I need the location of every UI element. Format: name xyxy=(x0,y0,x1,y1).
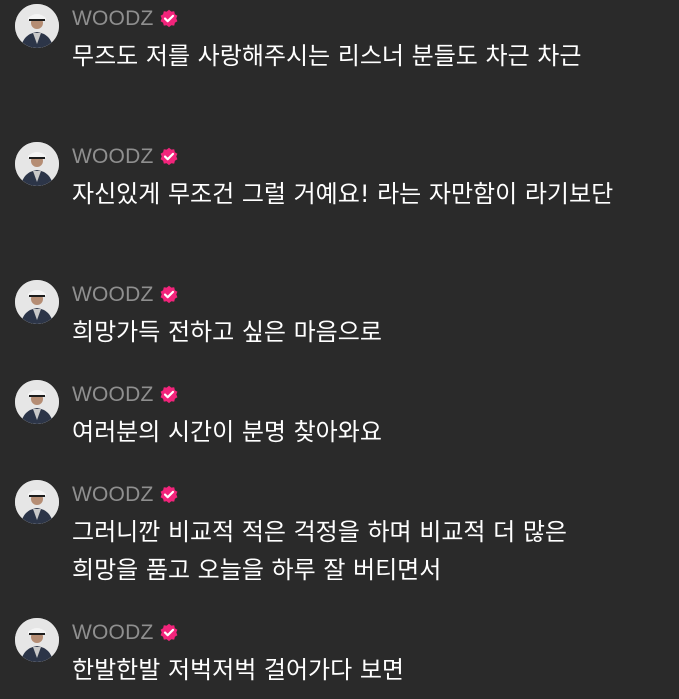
message-header: WOODZ xyxy=(72,618,179,648)
message-text: 한발한발 저벅저벅 걸어가다 보면 xyxy=(72,656,405,684)
message-text: 희망가득 전하고 싶은 마음으로 xyxy=(72,318,382,346)
avatar-icon[interactable] xyxy=(15,280,59,324)
author-name[interactable]: WOODZ xyxy=(72,4,153,34)
message-header: WOODZ xyxy=(72,480,179,510)
message-text: 그러니깐 비교적 적은 걱정을 하며 비교적 더 많은 희망을 품고 오늘을 하… xyxy=(72,518,568,584)
message-feed: WOODZ 무즈도 저를 사랑해주시는 리스너 분들도 차근 차근 WOODZ xyxy=(0,0,679,699)
verified-badge-icon xyxy=(159,385,179,405)
message-text: 무즈도 저를 사랑해주시는 리스너 분들도 차근 차근 xyxy=(72,42,582,70)
message-text: 여러분의 시간이 분명 찾아와요 xyxy=(72,418,382,446)
author-name[interactable]: WOODZ xyxy=(72,380,153,410)
verified-badge-icon xyxy=(159,623,179,643)
avatar-icon[interactable] xyxy=(15,142,59,186)
author-name[interactable]: WOODZ xyxy=(72,280,153,310)
message-header: WOODZ xyxy=(72,380,179,410)
avatar-icon[interactable] xyxy=(15,480,59,524)
message-header: WOODZ xyxy=(72,142,179,172)
author-name[interactable]: WOODZ xyxy=(72,142,153,172)
verified-badge-icon xyxy=(159,285,179,305)
verified-badge-icon xyxy=(159,485,179,505)
avatar-icon[interactable] xyxy=(15,4,59,48)
author-name[interactable]: WOODZ xyxy=(72,480,153,510)
message-text: 자신있게 무조건 그럴 거예요! 라는 자만함이 라기보단 xyxy=(72,180,614,208)
message-header: WOODZ xyxy=(72,280,179,310)
avatar-icon[interactable] xyxy=(15,618,59,662)
message-header: WOODZ xyxy=(72,4,179,34)
verified-badge-icon xyxy=(159,147,179,167)
avatar-icon[interactable] xyxy=(15,380,59,424)
verified-badge-icon xyxy=(159,9,179,29)
author-name[interactable]: WOODZ xyxy=(72,618,153,648)
